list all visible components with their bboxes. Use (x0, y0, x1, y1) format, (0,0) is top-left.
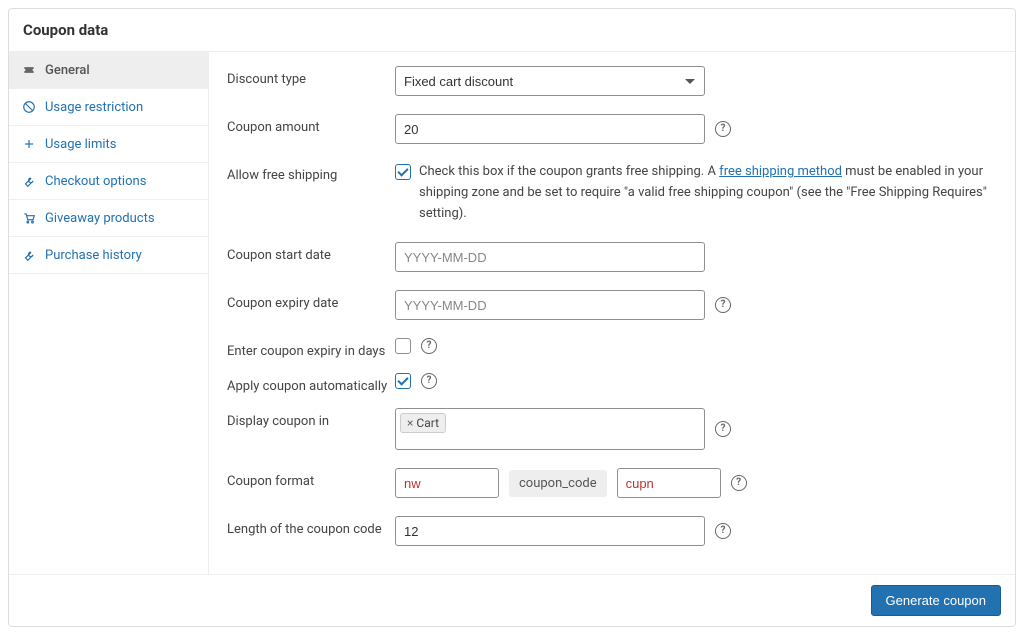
wrench-icon (21, 173, 37, 189)
form-area: Discount type Fixed cart discount Coupon… (209, 52, 1015, 574)
row-coupon-format: Coupon format coupon_code (227, 468, 997, 498)
block-icon (21, 99, 37, 115)
free-shipping-method-link[interactable]: free shipping method (719, 164, 842, 179)
remove-tag-icon[interactable]: × (407, 416, 413, 430)
row-free-shipping: Allow free shipping Check this box if th… (227, 162, 997, 224)
format-suffix-input[interactable] (617, 468, 721, 498)
label-display-in: Display coupon in (227, 408, 395, 429)
apply-auto-checkbox[interactable] (395, 373, 411, 389)
label-expiry-date: Coupon expiry date (227, 290, 395, 311)
plus-icon (21, 136, 37, 152)
label-discount-type: Discount type (227, 66, 395, 87)
label-coupon-format: Coupon format (227, 468, 395, 489)
help-icon[interactable] (731, 475, 747, 491)
row-expiry-days: Enter coupon expiry in days (227, 338, 997, 359)
ticket-icon (21, 62, 37, 78)
format-prefix-input[interactable] (395, 468, 499, 498)
row-discount-type: Discount type Fixed cart discount (227, 66, 997, 96)
wrench-icon (21, 247, 37, 263)
panel-title: Coupon data (9, 9, 1015, 52)
discount-type-select[interactable]: Fixed cart discount (395, 66, 705, 96)
label-apply-auto: Apply coupon automatically (227, 373, 395, 394)
free-shipping-description: Check this box if the coupon grants free… (419, 162, 997, 224)
row-apply-auto: Apply coupon automatically (227, 373, 997, 394)
expiry-date-input[interactable] (395, 290, 705, 320)
sidebar-item-label: Usage limits (45, 137, 116, 152)
sidebar-item-label: Checkout options (45, 174, 146, 189)
coupon-amount-input[interactable] (395, 114, 705, 144)
help-icon[interactable] (715, 523, 731, 539)
panel-footer: Generate coupon (9, 574, 1015, 626)
row-start-date: Coupon start date (227, 242, 997, 272)
sidebar-item-general[interactable]: General (9, 52, 208, 89)
label-expiry-days: Enter coupon expiry in days (227, 338, 395, 359)
label-free-shipping: Allow free shipping (227, 162, 395, 183)
generate-coupon-button[interactable]: Generate coupon (871, 585, 1001, 616)
expiry-days-checkbox[interactable] (395, 338, 411, 354)
sidebar-item-label: General (45, 63, 90, 78)
sidebar-item-label: Purchase history (45, 248, 142, 263)
sidebar-item-usage-limits[interactable]: Usage limits (9, 126, 208, 163)
label-start-date: Coupon start date (227, 242, 395, 263)
help-icon[interactable] (715, 421, 731, 437)
sidebar: General Usage restriction Usage limits C… (9, 52, 209, 574)
label-code-length: Length of the coupon code (227, 516, 395, 537)
sidebar-item-usage-restriction[interactable]: Usage restriction (9, 89, 208, 126)
row-display-in: Display coupon in ×Cart (227, 408, 997, 450)
sidebar-item-label: Giveaway products (45, 211, 155, 226)
help-icon[interactable] (421, 338, 437, 354)
help-icon[interactable] (715, 297, 731, 313)
sidebar-item-checkout-options[interactable]: Checkout options (9, 163, 208, 200)
row-expiry-date: Coupon expiry date (227, 290, 997, 320)
tag-cart: ×Cart (400, 413, 446, 433)
display-in-tag-input[interactable]: ×Cart (395, 408, 705, 450)
label-coupon-amount: Coupon amount (227, 114, 395, 135)
code-length-input[interactable] (395, 516, 705, 546)
free-shipping-checkbox[interactable] (395, 164, 411, 180)
format-code-token: coupon_code (509, 470, 607, 497)
row-coupon-amount: Coupon amount (227, 114, 997, 144)
cart-icon (21, 210, 37, 226)
sidebar-item-giveaway-products[interactable]: Giveaway products (9, 200, 208, 237)
sidebar-item-purchase-history[interactable]: Purchase history (9, 237, 208, 274)
row-code-length: Length of the coupon code (227, 516, 997, 546)
panel-body: General Usage restriction Usage limits C… (9, 52, 1015, 574)
help-icon[interactable] (421, 373, 437, 389)
start-date-input[interactable] (395, 242, 705, 272)
sidebar-item-label: Usage restriction (45, 100, 143, 115)
help-icon[interactable] (715, 121, 731, 137)
coupon-data-panel: Coupon data General Usage restriction Us… (8, 8, 1016, 627)
